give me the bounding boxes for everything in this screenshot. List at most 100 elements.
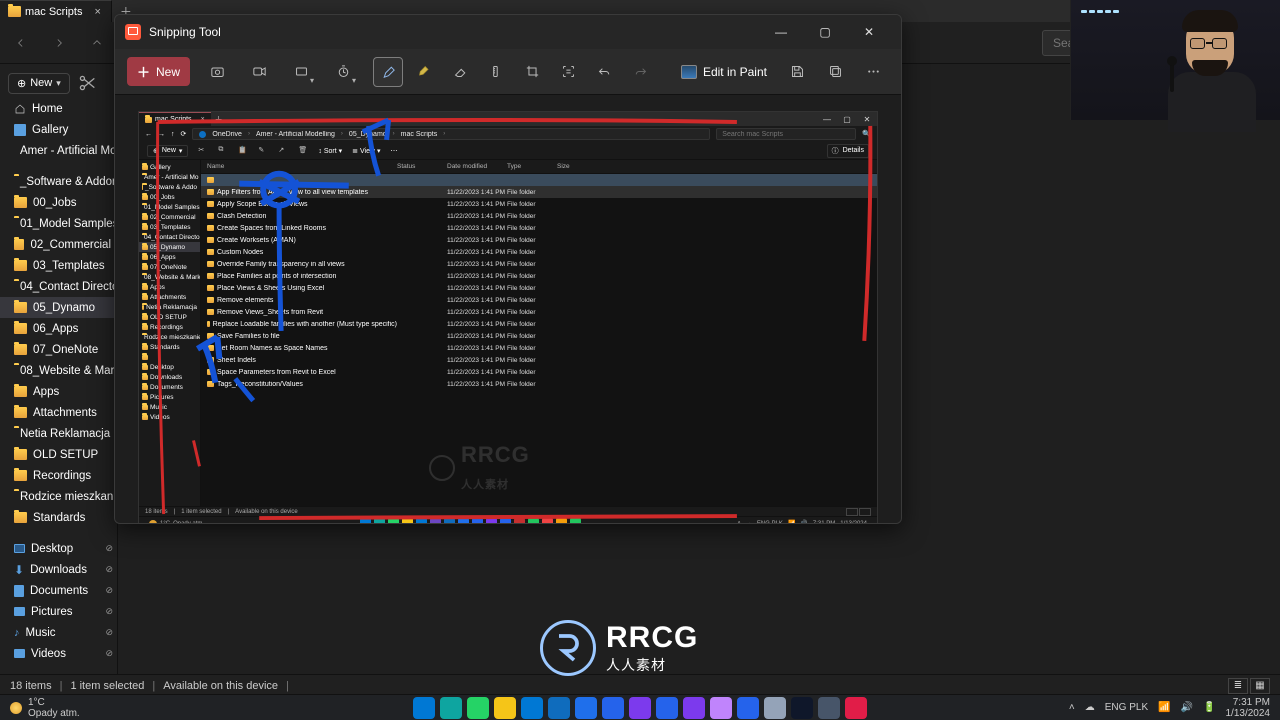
sidebar-item[interactable]: 00_Jobs <box>0 192 117 213</box>
close-button[interactable]: ✕ <box>847 17 891 47</box>
folder-icon <box>207 177 214 183</box>
shot-tab-title: mac Scripts <box>155 116 192 123</box>
sidebar-item[interactable]: 05_Dynamo <box>0 297 117 318</box>
taskbar-app-icon[interactable] <box>494 697 516 719</box>
sidebar-item[interactable]: Rodzice mieszkanie <box>0 486 117 507</box>
redo-button[interactable] <box>625 57 655 87</box>
sidebar-item[interactable]: Amer - Artificial Moc <box>0 140 117 161</box>
taskbar-app-icon[interactable] <box>710 697 732 719</box>
nav-up-button[interactable] <box>84 30 110 56</box>
maximize-button[interactable]: ▢ <box>803 17 847 47</box>
sidebar-item[interactable]: 01_Model Samples <box>0 213 117 234</box>
sidebar-item[interactable]: Gallery <box>0 119 117 140</box>
taskbar-app-icon[interactable] <box>791 697 813 719</box>
col-date: Date modified <box>447 163 507 170</box>
sidebar-item[interactable]: Videos⊘ <box>0 643 117 664</box>
taskbar-app-icon[interactable] <box>656 697 678 719</box>
folder-icon <box>14 407 27 418</box>
sidebar-item[interactable]: Attachments <box>0 402 117 423</box>
highlighter-tool-button[interactable] <box>409 57 439 87</box>
folder-icon <box>142 225 148 230</box>
sidebar-item[interactable]: Netia Reklamacja n <box>0 423 117 444</box>
shape-select-button[interactable] <box>286 57 316 87</box>
view-grid-button[interactable]: ▦ <box>1250 678 1270 694</box>
new-button[interactable]: ⊕ New ▾ <box>8 73 70 94</box>
taskbar-app-icon[interactable] <box>521 697 543 719</box>
chevron-up-icon[interactable]: ˄ <box>1069 702 1075 713</box>
copy-button[interactable] <box>821 57 851 87</box>
close-icon[interactable]: × <box>94 6 100 18</box>
shot-sidebar-item: Apps <box>139 282 200 292</box>
shot-tabbar: mac Scripts × ＋ — ▢ ✕ <box>139 112 877 126</box>
new-snip-button[interactable]: ＋ New <box>127 57 190 86</box>
sidebar-item[interactable]: Desktop⊘ <box>0 538 117 559</box>
pen-tool-button[interactable] <box>373 57 403 87</box>
delay-button[interactable] <box>328 57 358 87</box>
nav-back-button[interactable] <box>8 30 34 56</box>
annotation-tools <box>373 57 655 87</box>
sidebar-item[interactable]: Recordings <box>0 465 117 486</box>
battery-icon[interactable]: 🔋 <box>1203 702 1215 713</box>
sidebar-item[interactable]: 08_Website & Mark <box>0 360 117 381</box>
more-button[interactable] <box>859 57 889 87</box>
sidebar-item[interactable]: 03_Templates <box>0 255 117 276</box>
shot-new-button: ⊕ New ▾ <box>147 145 188 157</box>
volume-icon[interactable]: 🔊 <box>1181 702 1193 713</box>
sidebar-item[interactable]: _Software & Addor <box>0 171 117 192</box>
sidebar-item[interactable]: ⬇Downloads⊘ <box>0 559 117 580</box>
minimize-button[interactable]: — <box>759 17 803 47</box>
taskbar[interactable]: 1°C Opady atm. ˄ ☁ ENG PLK 📶 🔊 🔋 7:31 PM… <box>0 694 1280 720</box>
wifi-icon[interactable]: 📶 <box>1158 702 1170 713</box>
sidebar-item[interactable]: Documents⊘ <box>0 580 117 601</box>
taskbar-app-icon[interactable] <box>737 697 759 719</box>
taskbar-app-icon[interactable] <box>683 697 705 719</box>
taskbar-app-icon[interactable] <box>629 697 651 719</box>
shot-sidebar-item: 04_Contact Directo <box>139 232 200 242</box>
snipping-titlebar[interactable]: Snipping Tool — ▢ ✕ <box>115 15 901 49</box>
share-icon: ↗ <box>278 146 288 156</box>
taskbar-app-icon[interactable] <box>818 697 840 719</box>
sidebar-item[interactable]: ♪Music⊘ <box>0 622 117 643</box>
crop-tool-button[interactable] <box>517 57 547 87</box>
lang-indicator[interactable]: ENG PLK <box>1105 702 1148 713</box>
taskbar-app-icon[interactable] <box>602 697 624 719</box>
onedrive-icon[interactable]: ☁ <box>1085 702 1095 713</box>
taskbar-app-icon[interactable] <box>845 697 867 719</box>
taskbar-datetime[interactable]: 7:31 PM 1/13/2024 <box>1225 697 1270 719</box>
sidebar-item[interactable]: Home <box>0 98 117 119</box>
sidebar-item[interactable]: 06_Apps <box>0 318 117 339</box>
sidebar-item[interactable]: 02_Commercial <box>0 234 117 255</box>
list-row: Save Families to file11/22/2023 1:41 PMF… <box>201 330 877 342</box>
sidebar-item[interactable]: 07_OneNote <box>0 339 117 360</box>
view-list-button[interactable]: ≣ <box>1228 678 1248 694</box>
taskbar-app-icon[interactable] <box>548 697 570 719</box>
capture-screenshot-button[interactable] <box>202 57 232 87</box>
save-button[interactable] <box>783 57 813 87</box>
edit-in-paint-button[interactable]: Edit in Paint <box>673 61 775 83</box>
taskbar-tray[interactable]: ˄ ☁ ENG PLK 📶 🔊 🔋 7:31 PM 1/13/2024 <box>1069 697 1270 719</box>
eraser-tool-button[interactable] <box>445 57 475 87</box>
cut-button[interactable] <box>76 72 98 94</box>
ruler-tool-button[interactable] <box>481 57 511 87</box>
nav-forward-button[interactable] <box>46 30 72 56</box>
arrow-up-icon <box>90 36 104 50</box>
taskbar-app-icon[interactable] <box>575 697 597 719</box>
sidebar-item[interactable]: Standards <box>0 507 117 528</box>
capture-video-button[interactable] <box>244 57 274 87</box>
taskbar-app-icon <box>416 518 427 523</box>
taskbar-app-icon[interactable] <box>440 697 462 719</box>
sidebar-item[interactable]: Pictures⊘ <box>0 601 117 622</box>
explorer-tab[interactable]: mac Scripts × <box>0 0 112 22</box>
sidebar-item[interactable]: 04_Contact Directo <box>0 276 117 297</box>
taskbar-weather[interactable]: 1°C Opady atm. <box>10 697 80 719</box>
sidebar-item[interactable]: Apps <box>0 381 117 402</box>
explorer-tab-title: mac Scripts <box>25 6 82 18</box>
taskbar-app-icon[interactable] <box>467 697 489 719</box>
snip-canvas[interactable]: mac Scripts × ＋ — ▢ ✕ ← → ↑ ⟳ OneDrive›A… <box>115 95 901 523</box>
text-extract-button[interactable] <box>553 57 583 87</box>
taskbar-app-icon[interactable] <box>413 697 435 719</box>
shot-new-label: New <box>162 147 176 154</box>
undo-button[interactable] <box>589 57 619 87</box>
taskbar-app-icon[interactable] <box>764 697 786 719</box>
sidebar-item[interactable]: OLD SETUP <box>0 444 117 465</box>
